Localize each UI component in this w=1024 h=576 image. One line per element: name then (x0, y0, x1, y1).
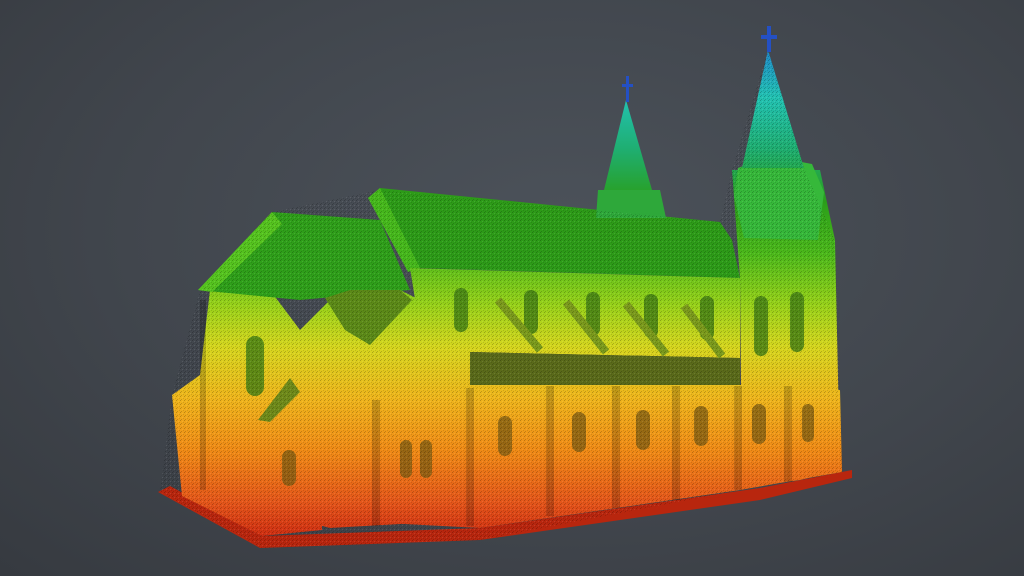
west-spire-cross-icon (761, 26, 777, 52)
scan-grain (160, 50, 842, 548)
crossing-spire-cross-icon (622, 76, 633, 102)
church-model (158, 26, 852, 548)
church-point-cloud-icon (158, 26, 852, 548)
crossing-spire (604, 100, 652, 190)
point-cloud-viewport[interactable] (0, 0, 1024, 576)
